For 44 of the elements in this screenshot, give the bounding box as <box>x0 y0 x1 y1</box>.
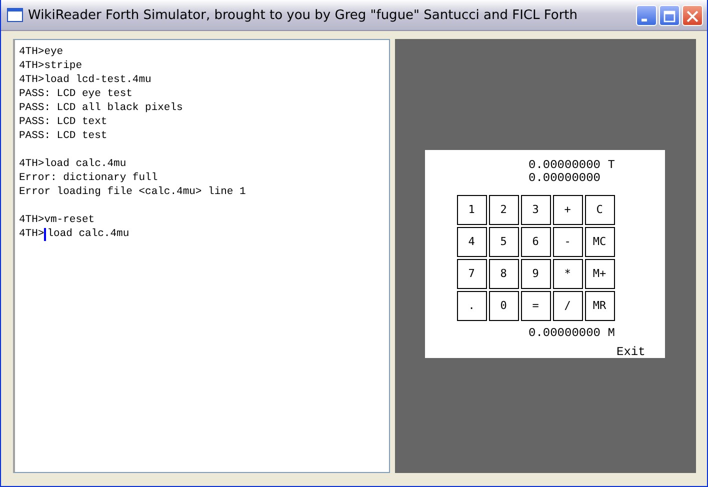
calculator-key[interactable]: MR <box>584 290 614 320</box>
close-button[interactable] <box>682 4 703 26</box>
console-input[interactable]: load calc.4mu <box>47 227 130 241</box>
window-title: WikiReader Forth Simulator, brought to you by Greg "fugue" Santucci and FICL Forth <box>28 8 578 22</box>
calculator-key[interactable]: 8 <box>488 258 518 288</box>
calculator-key[interactable]: 0 <box>488 290 518 320</box>
console-line: 4TH>stripe <box>19 59 84 73</box>
calculator-key[interactable]: 9 <box>520 258 550 288</box>
console-line: PASS: LCD text <box>19 115 108 129</box>
calculator-key[interactable]: 5 <box>488 226 518 256</box>
console-line: PASS: LCD eye test <box>19 87 134 101</box>
maximize-button[interactable] <box>659 4 680 26</box>
calculator-key[interactable]: + <box>552 194 582 224</box>
console-line: 4TH>load lcd-test.4mu <box>19 73 152 87</box>
console-line: Error: dictionary full <box>19 171 159 185</box>
memory-reading: 0.00000000 M <box>528 326 616 340</box>
calculator-key[interactable]: 7 <box>456 258 486 288</box>
calculator-key[interactable]: / <box>552 290 582 320</box>
console-line: 4TH>load calc.4mu <box>19 157 128 171</box>
calculator-key[interactable]: MC <box>584 226 614 256</box>
minimize-button[interactable] <box>636 4 657 26</box>
calculator-key[interactable]: M+ <box>584 258 614 288</box>
console-line: 4TH>vm-reset <box>19 213 96 227</box>
calculator-key[interactable]: 1 <box>456 194 486 224</box>
calculator-key[interactable]: 4 <box>456 226 486 256</box>
calculator-key[interactable]: . <box>456 290 486 320</box>
console-line: 4TH>eye <box>19 45 64 59</box>
calculator-key[interactable]: 2 <box>488 194 518 224</box>
exit-label[interactable]: Exit <box>616 344 646 358</box>
console-line: PASS: LCD test <box>19 129 108 143</box>
calculator-key[interactable]: * <box>552 258 582 288</box>
calculator-key[interactable]: 3 <box>520 194 550 224</box>
text-cursor <box>44 228 46 240</box>
calculator-key[interactable]: - <box>552 226 582 256</box>
console-line: PASS: LCD all black pixels <box>19 101 184 115</box>
display-reading: 0.00000000 T <box>528 158 616 172</box>
display-reading: 0.00000000 <box>528 172 602 184</box>
console-prompt: 4TH> <box>19 227 44 241</box>
console-line: Error loading file <calc.4mu> line 1 <box>19 185 247 199</box>
minimize-icon <box>642 18 647 21</box>
calculator-key[interactable]: 6 <box>520 226 550 256</box>
window-icon <box>7 8 23 22</box>
calculator-key[interactable]: C <box>584 194 614 224</box>
calculator-key[interactable]: = <box>520 290 550 320</box>
